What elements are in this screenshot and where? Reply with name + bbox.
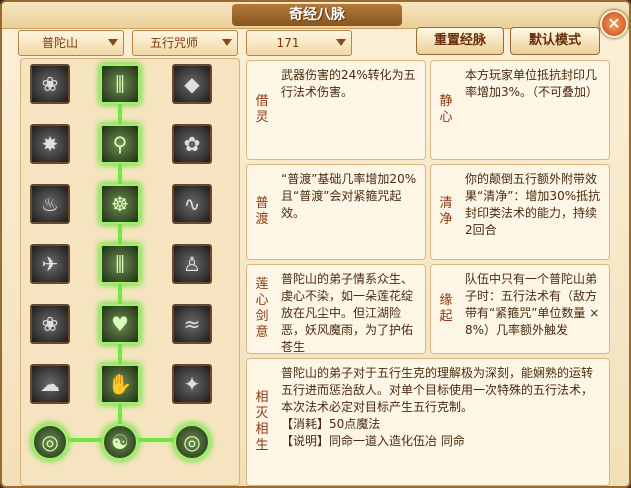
icon-glyph: ✈ bbox=[41, 252, 59, 276]
close-button[interactable]: ✕ bbox=[600, 10, 628, 38]
crane-icon[interactable]: ✈ bbox=[30, 244, 70, 284]
meridian-card[interactable]: 莲心剑意 普陀山的弟子情系众生、虔心不染，如一朵莲花绽放在凡尘中。但江湖险恶，妖风… bbox=[246, 264, 426, 354]
icon-glyph: ☁ bbox=[40, 372, 60, 396]
hand-icon[interactable]: ✋ bbox=[100, 364, 140, 404]
meridian-card[interactable]: 清净 你的颠倒五行额外附带效果“清净”：增加30%抵抗封印类法术的能力，持续2回合 bbox=[430, 164, 610, 260]
card-text: “普渡”基础几率增加20%且“普渡”会对紧箍咒起效。 bbox=[281, 172, 417, 220]
card-cost: 【消耗】50点魔法 bbox=[281, 417, 381, 431]
category-dropdown[interactable]: 五行咒师 bbox=[132, 30, 238, 56]
level-dropdown[interactable]: 171 bbox=[246, 30, 352, 56]
flame-lotus-icon[interactable]: ♨ bbox=[30, 184, 70, 224]
wheel-left-icon[interactable]: ◎ bbox=[32, 424, 68, 460]
icon-glyph: ⫼ bbox=[115, 72, 125, 96]
card-text: 本方玩家单位抵抗封印几率增加3%。（不可叠加） bbox=[465, 68, 599, 99]
icon-glyph: ≈ bbox=[183, 312, 201, 336]
figure-icon[interactable]: ♙ bbox=[172, 244, 212, 284]
icon-glyph: ☯ bbox=[111, 430, 129, 454]
wave-icon[interactable]: ≈ bbox=[172, 304, 212, 344]
level-value: 171 bbox=[276, 36, 300, 50]
meridian-card[interactable]: 借灵 武器伤害的24%转化为五行法术伤害。 bbox=[246, 60, 426, 160]
icon-glyph: ✋ bbox=[107, 372, 133, 396]
icon-glyph: ⫼ bbox=[115, 252, 125, 276]
burst-icon[interactable]: ✸ bbox=[30, 124, 70, 164]
card-name: 静心 bbox=[439, 94, 453, 125]
wheel-right-icon[interactable]: ◎ bbox=[174, 424, 210, 460]
meridian-card[interactable]: 缘起 队伍中只有一个普陀山弟子时：五行法术有（敌方带有“紧箍咒”单位数量 × 8%… bbox=[430, 264, 610, 354]
close-icon: ✕ bbox=[607, 14, 621, 33]
reset-meridian-button[interactable]: 重置经脉 bbox=[416, 27, 504, 55]
card-text: 武器伤害的24%转化为五行法术伤害。 bbox=[281, 68, 416, 99]
meridian-card[interactable]: 静心 本方玩家单位抵抗封印几率增加3%。（不可叠加） bbox=[430, 60, 610, 160]
card-name: 莲心剑意 bbox=[255, 277, 269, 340]
school-dropdown[interactable]: 普陀山 bbox=[18, 30, 124, 56]
card-name: 清净 bbox=[439, 196, 453, 227]
icon-glyph: ✦ bbox=[183, 372, 201, 396]
bamboo-icon[interactable]: ⫼ bbox=[100, 64, 140, 104]
icon-glyph: ✿ bbox=[183, 132, 201, 156]
dark-scroll-icon[interactable]: ◆ bbox=[172, 64, 212, 104]
cloud-icon[interactable]: ☁ bbox=[30, 364, 70, 404]
window-title: 奇经八脉 bbox=[232, 4, 402, 26]
lotus-icon[interactable]: ❀ bbox=[30, 64, 70, 104]
meridian-window: 奇经八脉 ✕ 普陀山 五行咒师 171 重置经脉 默认模式 ❀ ⫼ ◆ ✸ ⚲ ✿ ♨ ☸ ∿ ✈… bbox=[0, 0, 631, 488]
icon-glyph: ⚲ bbox=[112, 132, 128, 156]
serpent-icon[interactable]: ∿ bbox=[172, 184, 212, 224]
category-value: 五行咒师 bbox=[149, 36, 198, 50]
meridian-card[interactable]: 普渡 “普渡”基础几率增加20%且“普渡”会对紧箍咒起效。 bbox=[246, 164, 426, 260]
icon-glyph: ♥ bbox=[111, 312, 129, 336]
chevron-down-icon bbox=[336, 39, 346, 46]
chevron-down-icon bbox=[108, 39, 118, 46]
school-value: 普陀山 bbox=[41, 36, 78, 50]
card-text: 普陀山的弟子情系众生、虔心不染，如一朵莲花绽放在凡尘中。但江湖险恶，妖风魔雨，为… bbox=[281, 272, 414, 354]
icon-glyph: ❀ bbox=[41, 72, 59, 96]
icon-glyph: ♙ bbox=[183, 252, 201, 276]
icon-glyph: ✸ bbox=[41, 132, 59, 156]
icon-glyph: ∿ bbox=[183, 192, 201, 216]
title-bar: 奇经八脉 bbox=[2, 2, 629, 29]
chevron-down-icon bbox=[222, 39, 232, 46]
card-name: 相灭相生 bbox=[255, 390, 269, 453]
meditate-icon[interactable]: ☸ bbox=[100, 184, 140, 224]
card-note: 【说明】同命一道入造化伍冶 同命 bbox=[281, 434, 465, 448]
default-mode-button[interactable]: 默认模式 bbox=[510, 27, 600, 55]
pentagram-icon[interactable]: ✦ bbox=[172, 364, 212, 404]
hearts-icon[interactable]: ♥ bbox=[100, 304, 140, 344]
card-name: 缘起 bbox=[439, 293, 453, 324]
meridian-card[interactable]: 相灭相生 普陀山的弟子对于五行生克的理解极为深刻，能娴熟的运转五行进而惩治敌人。对… bbox=[246, 358, 610, 486]
card-text: 队伍中只有一个普陀山弟子时：五行法术有（敌方带有“紧箍咒”单位数量 × 8%）几… bbox=[465, 272, 600, 337]
icon-glyph: ❀ bbox=[41, 312, 59, 336]
icon-glyph: ◎ bbox=[41, 430, 59, 454]
taiji-icon[interactable]: ☯ bbox=[102, 424, 138, 460]
icon-glyph: ◆ bbox=[184, 72, 200, 96]
icon-glyph: ♨ bbox=[41, 192, 59, 216]
card-text: 你的颠倒五行额外附带效果“清净”：增加30%抵抗封印类法术的能力，持续2回合 bbox=[465, 172, 601, 237]
lotus-bloom-icon[interactable]: ✿ bbox=[172, 124, 212, 164]
bamboo-grove-icon[interactable]: ⫼ bbox=[100, 244, 140, 284]
card-text: 普陀山的弟子对于五行生克的理解极为深刻，能娴熟的运转五行进而惩治敌人。对单个目标… bbox=[281, 366, 594, 414]
card-name: 普渡 bbox=[255, 196, 269, 227]
card-name: 借灵 bbox=[255, 94, 269, 125]
staff-icon[interactable]: ⚲ bbox=[100, 124, 140, 164]
icon-glyph: ◎ bbox=[183, 430, 201, 454]
icon-glyph: ☸ bbox=[111, 192, 129, 216]
dark-lotus-icon[interactable]: ❀ bbox=[30, 304, 70, 344]
